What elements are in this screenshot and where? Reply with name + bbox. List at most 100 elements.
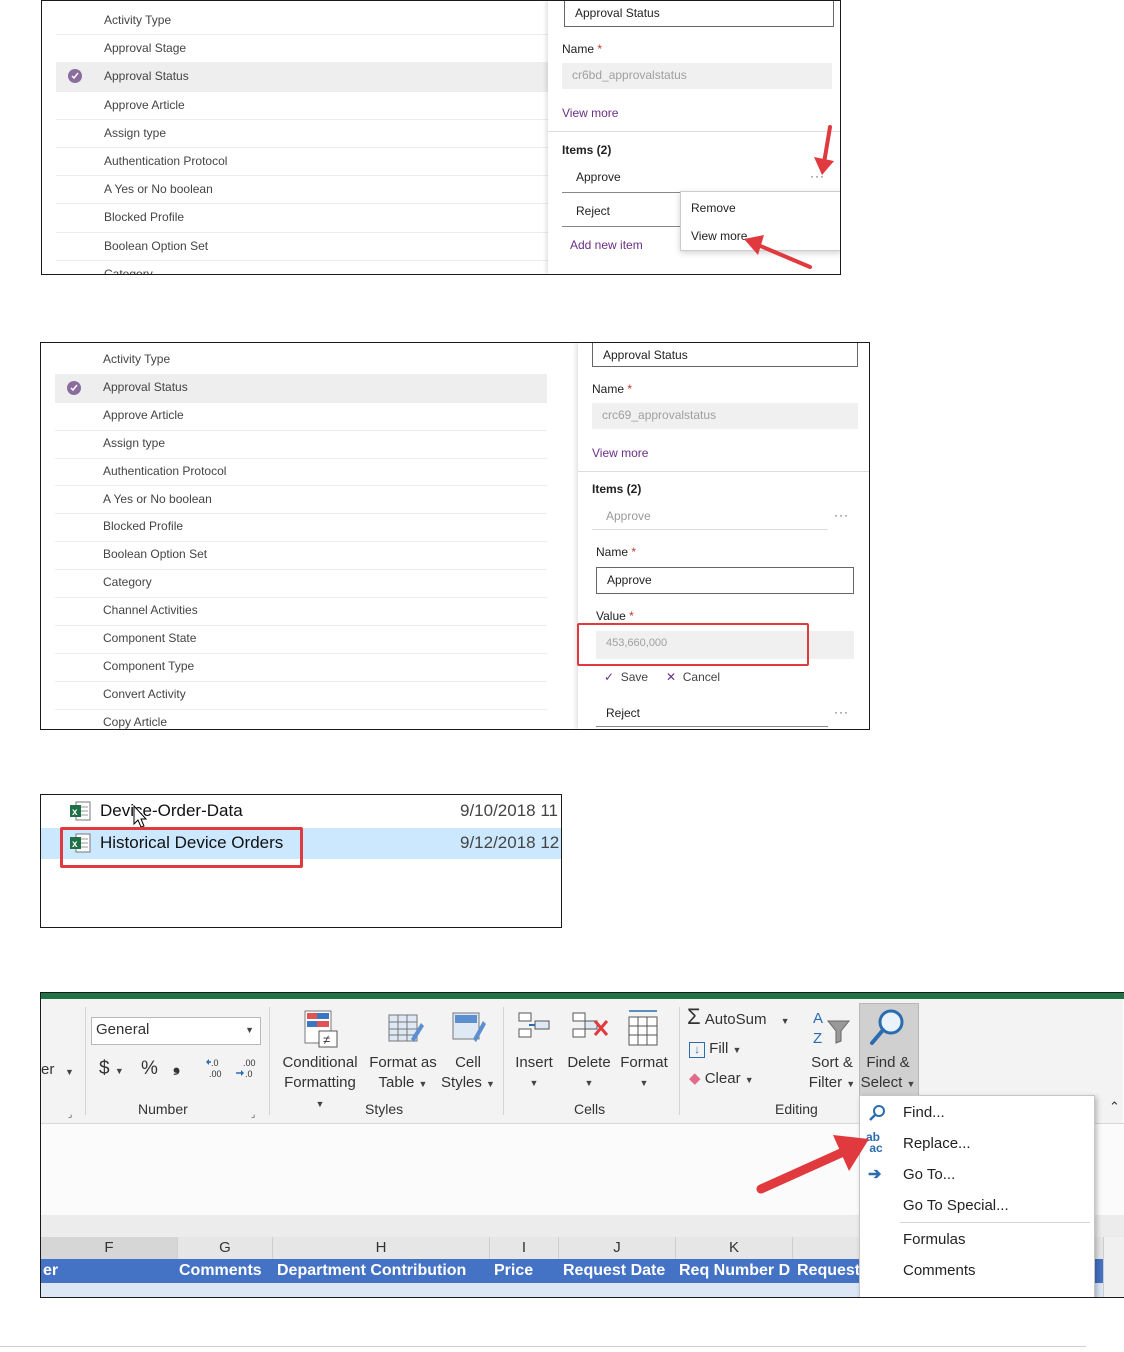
- file-row[interactable]: x Device-Order-Data 9/10/2018 11: [41, 795, 561, 827]
- column-header[interactable]: G: [178, 1237, 273, 1259]
- list-item[interactable]: Assign type: [56, 119, 548, 148]
- column-header[interactable]: H: [273, 1237, 490, 1259]
- list-item[interactable]: Boolean Option Set: [56, 232, 548, 261]
- list-item[interactable]: Convert Activity: [55, 681, 547, 710]
- save-button[interactable]: ✓ Save: [604, 670, 648, 684]
- list-item[interactable]: Channel Activities: [55, 597, 547, 626]
- item-more-options[interactable]: ···: [834, 508, 849, 522]
- name-label: Name *: [562, 42, 603, 56]
- list-item[interactable]: Approval Stage: [56, 34, 548, 64]
- red-arrow-icon: [744, 235, 812, 269]
- list-item[interactable]: Approve Article: [55, 402, 547, 431]
- table-header-cell[interactable]: Price: [494, 1259, 560, 1283]
- item-approve[interactable]: Approve: [562, 163, 802, 193]
- menu-item-formulas[interactable]: Formulas: [903, 1231, 966, 1248]
- cancel-button[interactable]: ✕ Cancel: [666, 670, 720, 684]
- menu-item-comments[interactable]: Comments: [903, 1262, 976, 1279]
- display-name-input[interactable]: Approval Status: [564, 1, 834, 27]
- column-header[interactable]: I: [490, 1237, 559, 1259]
- decrease-decimal-icon[interactable]: .00 .0: [235, 1057, 261, 1079]
- format-as-table-icon[interactable]: [385, 1009, 425, 1049]
- display-name-input[interactable]: Approval Status: [592, 343, 858, 367]
- menu-item-replace[interactable]: Replace...: [903, 1135, 971, 1152]
- list-item-label: A Yes or No boolean: [104, 182, 213, 197]
- list-item[interactable]: Authentication Protocol: [55, 458, 547, 487]
- list-item[interactable]: Component Type: [55, 653, 547, 682]
- increase-decimal-icon[interactable]: .0 .00: [205, 1057, 231, 1079]
- item-more-options[interactable]: ···: [834, 705, 849, 719]
- list-item[interactable]: Approval Status: [55, 373, 547, 403]
- conditional-formatting-icon[interactable]: ≠: [301, 1009, 341, 1049]
- list-item[interactable]: Approve Article: [56, 91, 548, 120]
- list-item-label: Authentication Protocol: [104, 154, 228, 168]
- list-item[interactable]: Blocked Profile: [56, 203, 548, 233]
- list-item-label: Component Type: [103, 658, 195, 673]
- conditional-formatting-button[interactable]: Conditional Formatting ▼: [279, 1053, 361, 1114]
- table-header-cell[interactable]: Request Date: [563, 1259, 677, 1283]
- partial-label: er: [41, 1061, 55, 1078]
- table-header-cell[interactable]: Department Contribution: [277, 1259, 491, 1283]
- add-new-item-link[interactable]: Add new item: [570, 238, 643, 252]
- group-label-styles: Styles: [365, 1101, 404, 1117]
- item-reject[interactable]: Reject: [562, 197, 682, 227]
- menu-remove[interactable]: Remove: [691, 201, 736, 215]
- list-item[interactable]: Blocked Profile: [55, 513, 547, 543]
- table-header-cell[interactable]: Req Number D: [679, 1259, 793, 1283]
- list-item[interactable]: A Yes or No boolean: [55, 486, 547, 515]
- chevron-down-icon[interactable]: ▼: [65, 1062, 74, 1082]
- view-more-link[interactable]: View more: [562, 106, 618, 120]
- format-button[interactable]: Format ▼: [617, 1053, 671, 1093]
- list-item-label: Authentication Protocol: [103, 463, 227, 478]
- sort-filter-button[interactable]: Sort & Filter ▼: [805, 1053, 859, 1094]
- item-reject[interactable]: Reject: [596, 699, 828, 727]
- menu-item-find[interactable]: Find...: [903, 1104, 945, 1121]
- option-name-input[interactable]: Approve: [596, 567, 854, 594]
- cell-styles-button[interactable]: Cell Styles ▼: [439, 1053, 497, 1094]
- currency-button[interactable]: $ ▼: [99, 1059, 124, 1081]
- cell-styles-icon[interactable]: [449, 1009, 489, 1049]
- clear-button[interactable]: ◆ Clear ▼: [689, 1069, 754, 1090]
- list-item[interactable]: Activity Type: [55, 346, 547, 375]
- number-format-dropdown[interactable]: General ▼: [91, 1017, 261, 1045]
- chevron-up-icon[interactable]: ⌃: [1109, 1097, 1120, 1117]
- column-header[interactable]: J: [559, 1237, 676, 1259]
- list-item[interactable]: Category: [56, 260, 548, 274]
- delete-button[interactable]: Delete ▼: [563, 1053, 615, 1093]
- fill-button[interactable]: ↓ Fill ▼: [689, 1039, 741, 1060]
- table-header-cell[interactable]: Comments: [179, 1259, 273, 1283]
- sort-filter-icon[interactable]: A Z: [811, 1007, 851, 1049]
- item-approve[interactable]: Approve: [592, 502, 828, 530]
- list-item[interactable]: Copy Article: [55, 709, 547, 729]
- list-item[interactable]: A Yes or No boolean: [56, 175, 548, 205]
- dialog-launcher-icon[interactable]: ⌟: [68, 1104, 72, 1124]
- comma-button[interactable]: ❟: [173, 1055, 180, 1075]
- list-item[interactable]: Component State: [55, 625, 547, 654]
- dialog-launcher-icon[interactable]: ⌟: [251, 1104, 255, 1124]
- find-select-button[interactable]: Find & Select ▼: [859, 1053, 917, 1094]
- vertical-scrollbar-stub[interactable]: [1103, 1237, 1124, 1297]
- percent-button[interactable]: %: [141, 1059, 158, 1079]
- column-header[interactable]: F: [41, 1237, 178, 1261]
- autosum-button[interactable]: Σ AutoSum ▼: [687, 1006, 790, 1031]
- delete-cells-icon[interactable]: [571, 1009, 611, 1047]
- list-item[interactable]: Assign type: [55, 430, 547, 459]
- view-more-link[interactable]: View more: [592, 446, 648, 460]
- svg-text:≠: ≠: [323, 1032, 330, 1047]
- magnifier-icon[interactable]: [867, 1007, 907, 1047]
- format-cells-icon[interactable]: [625, 1007, 661, 1047]
- format-as-table-button[interactable]: Format as Table ▼: [365, 1053, 441, 1094]
- column-header[interactable]: K: [676, 1237, 793, 1259]
- table-header-cell[interactable]: er: [41, 1259, 179, 1283]
- menu-item-go-to-special[interactable]: Go To Special...: [903, 1197, 1009, 1214]
- list-item[interactable]: Activity Type: [56, 6, 548, 36]
- items-header: Items (2): [592, 482, 642, 496]
- list-item[interactable]: Boolean Option Set: [55, 541, 547, 571]
- insert-cells-icon[interactable]: [515, 1009, 553, 1047]
- table-header-cell[interactable]: Request: [797, 1259, 867, 1283]
- menu-item-go-to[interactable]: Go To...: [903, 1166, 955, 1183]
- insert-button[interactable]: Insert ▼: [511, 1053, 557, 1093]
- list-item-label: Blocked Profile: [103, 519, 184, 534]
- list-item[interactable]: Approval Status: [56, 62, 548, 92]
- list-item[interactable]: Authentication Protocol: [56, 147, 548, 177]
- list-item[interactable]: Category: [55, 569, 547, 599]
